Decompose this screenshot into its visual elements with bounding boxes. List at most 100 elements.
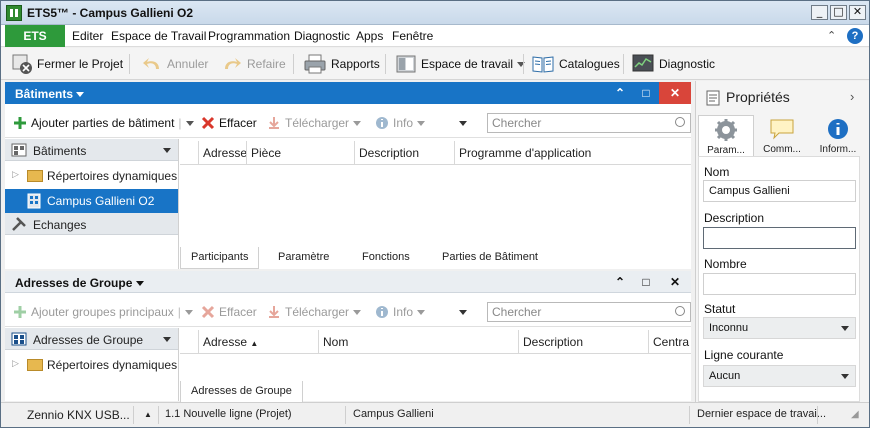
panel-menu-caret-icon: [76, 92, 85, 98]
download-dropdown-icon[interactable]: [353, 120, 362, 126]
collapse-ribbon-icon[interactable]: ⌃: [827, 29, 836, 42]
delete-x-icon: [201, 116, 215, 130]
menu-fenetre[interactable]: Fenêtre: [392, 29, 433, 43]
info-dropdown-icon[interactable]: [417, 309, 426, 315]
group-addresses-panel: Adresses de Groupe ⌃ □ ✕ Ajouter groupes…: [5, 271, 691, 403]
add-main-groups-button[interactable]: Ajouter groupes principaux |: [13, 297, 193, 327]
more-options-button[interactable]: [459, 108, 467, 138]
download-dropdown-icon[interactable]: [353, 309, 362, 315]
column-adresse[interactable]: Adresse ▲: [198, 330, 318, 354]
line-status[interactable]: 1.1 Nouvelle ligne (Projet): [165, 408, 292, 420]
buildings-panel-title[interactable]: Bâtiments: [15, 87, 85, 101]
close-project-label: Fermer le Projet: [37, 57, 124, 71]
maximize-panel-icon[interactable]: □: [633, 82, 659, 104]
number-field[interactable]: [703, 273, 856, 295]
exchanges-section[interactable]: Echanges: [5, 213, 178, 235]
status-separator: [345, 406, 346, 424]
column-nom[interactable]: Nom: [318, 330, 518, 354]
menu-editer[interactable]: Editer: [72, 29, 103, 43]
info-button[interactable]: Info: [375, 108, 426, 138]
close-panel-icon[interactable]: ✕: [659, 82, 691, 104]
add-building-parts-button[interactable]: Ajouter parties de bâtiment |: [13, 108, 194, 138]
toolbar-separator: [293, 54, 294, 74]
buildings-search-input[interactable]: Chercher: [487, 113, 691, 133]
download-label: Télécharger: [285, 305, 350, 319]
tab-parameters[interactable]: Param...: [698, 115, 754, 157]
column-programme[interactable]: Programme d'application: [454, 141, 691, 165]
download-button[interactable]: Télécharger: [267, 108, 362, 138]
tree-item-dynamic-folders[interactable]: ▷ Répertoires dynamiques: [5, 353, 178, 377]
groups-tree-header[interactable]: Adresses de Groupe: [5, 328, 178, 350]
menu-espace-de-travail[interactable]: Espace de Travail: [111, 29, 206, 43]
info-label: Info: [393, 305, 414, 319]
collapse-panel-icon[interactable]: ⌃: [607, 82, 633, 104]
minimize-button[interactable]: _: [811, 5, 828, 20]
tab-participants[interactable]: Participants: [180, 247, 260, 269]
column-description[interactable]: Description: [518, 330, 648, 354]
help-icon[interactable]: ?: [847, 28, 863, 44]
info-label: Info: [393, 116, 414, 130]
column-central[interactable]: Centra: [648, 330, 691, 354]
tree-header-dropdown-icon[interactable]: [163, 148, 171, 153]
tree-item-campus-gallieni[interactable]: Campus Gallieni O2: [5, 189, 178, 213]
tab-parties-de-batiment[interactable]: Parties de Bâtiment: [432, 247, 548, 269]
tab-fonctions[interactable]: Fonctions: [352, 247, 420, 269]
close-window-button[interactable]: ✕: [849, 5, 866, 20]
ets-menu-tab[interactable]: ETS: [5, 25, 65, 47]
collapse-panel-icon[interactable]: ⌃: [607, 271, 633, 293]
reports-button[interactable]: Rapports: [303, 48, 380, 80]
add-dropdown-icon[interactable]: [184, 309, 193, 315]
close-panel-icon[interactable]: ✕: [659, 271, 691, 293]
workspace-button[interactable]: Espace de travail: [395, 48, 526, 80]
workspace-icon: [396, 55, 416, 73]
group-addresses-panel-title[interactable]: Adresses de Groupe: [15, 276, 144, 290]
column-adresse[interactable]: Adresse: [198, 141, 248, 165]
info-button[interactable]: Info: [375, 297, 426, 327]
download-button[interactable]: Télécharger: [267, 297, 362, 327]
diagnostics-button[interactable]: Diagnostic: [631, 48, 715, 80]
folder-icon: [27, 359, 43, 371]
info-dropdown-icon[interactable]: [417, 120, 426, 126]
download-icon: [269, 306, 279, 318]
menu-apps[interactable]: Apps: [356, 29, 383, 43]
tab-adresses-de-groupe[interactable]: Adresses de Groupe: [180, 381, 303, 403]
expand-arrow-icon[interactable]: ▷: [12, 169, 19, 180]
status-select[interactable]: Inconnu: [703, 317, 856, 339]
redo-button[interactable]: Refaire: [221, 48, 286, 80]
column-description[interactable]: Description: [354, 141, 454, 165]
expand-arrow-icon[interactable]: ▷: [12, 358, 19, 369]
collapse-properties-icon[interactable]: ›: [850, 89, 854, 104]
close-project-button[interactable]: Fermer le Projet: [11, 48, 123, 80]
expand-status-icon[interactable]: ▲: [144, 410, 152, 419]
current-line-select[interactable]: Aucun: [703, 365, 856, 387]
name-field[interactable]: Campus Gallieni: [703, 180, 856, 202]
resize-grip-icon[interactable]: ◢: [851, 409, 859, 420]
maximize-panel-icon[interactable]: □: [633, 271, 659, 293]
groups-search-input[interactable]: Chercher: [487, 302, 691, 322]
interface-status[interactable]: Zennio KNX USB...: [27, 408, 130, 422]
tree-header-dropdown-icon[interactable]: [163, 337, 171, 342]
tab-information[interactable]: Inform...: [810, 115, 866, 157]
column-piece[interactable]: Pièce: [246, 141, 354, 165]
tab-comments[interactable]: Comm...: [754, 115, 810, 157]
groups-subtoolbar: Ajouter groupes principaux | Effacer Tél…: [5, 297, 691, 327]
toolbar-separator: [129, 54, 130, 74]
buildings-tree-header[interactable]: Bâtiments: [5, 139, 178, 161]
menu-programmation[interactable]: Programmation: [208, 29, 290, 43]
more-options-button[interactable]: [459, 297, 467, 327]
description-field[interactable]: [703, 227, 856, 249]
more-options-icon: [459, 309, 467, 315]
tree-item-dynamic-folders[interactable]: ▷ Répertoires dynamiques: [5, 164, 178, 188]
undo-button[interactable]: Annuler: [141, 48, 208, 80]
delete-button[interactable]: Effacer: [201, 108, 257, 138]
catalogs-button[interactable]: Catalogues: [531, 48, 620, 80]
maximize-button[interactable]: □: [830, 5, 847, 20]
redo-icon: [225, 58, 241, 69]
delete-button[interactable]: Effacer: [201, 297, 257, 327]
buildings-grid-header: Adresse Pièce Description Programme d'ap…: [180, 141, 691, 165]
menu-diagnostic[interactable]: Diagnostic: [294, 29, 350, 43]
tools-icon: [12, 217, 26, 231]
add-dropdown-icon[interactable]: [185, 120, 194, 126]
properties-panel: Propriétés › Param... Comm... Inform... …: [695, 81, 869, 402]
tab-parametre[interactable]: Paramètre: [268, 247, 339, 269]
